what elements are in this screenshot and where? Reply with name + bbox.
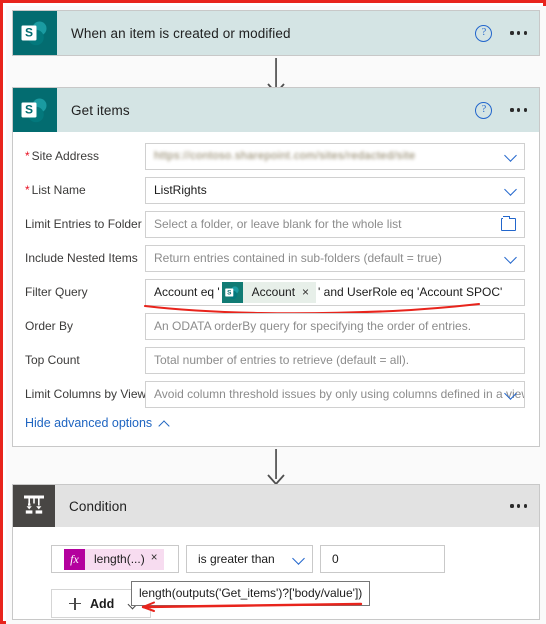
hide-advanced-options-link[interactable]: Hide advanced options — [13, 416, 539, 430]
sharepoint-icon — [13, 88, 57, 132]
field-label-list-name: * List Name — [25, 183, 86, 197]
form-row-include-nested-items: Include Nested Items Return entries cont… — [13, 244, 539, 272]
form-row-order-by: Order By An ODATA orderBy query for spec… — [13, 312, 539, 340]
chevron-down-icon[interactable] — [506, 150, 517, 161]
chevron-down-icon[interactable] — [294, 553, 305, 564]
top-count-input[interactable]: Total number of entries to retrieve (def… — [145, 346, 525, 374]
connector-getitems-to-condition — [6, 449, 546, 487]
limit-columns-by-view-placeholder: Avoid column threshold issues by only us… — [154, 387, 525, 401]
condition-card[interactable]: Condition fx length(...) × is greater th… — [12, 484, 540, 620]
condition-operator-value: is greater than — [198, 552, 275, 566]
filter-query-input[interactable]: Account eq ' Account × ' and UserRole eq… — [145, 278, 525, 306]
get-items-card-actions: ? — [475, 88, 529, 132]
more-options-icon[interactable] — [508, 27, 529, 38]
token-label: Account — [251, 285, 296, 299]
top-count-placeholder: Total number of entries to retrieve (def… — [154, 353, 410, 367]
folder-icon[interactable] — [501, 215, 516, 231]
flow-designer-annotated-frame: When an item is created or modified ? Ge… — [0, 0, 546, 624]
field-label-order-by: Order By — [25, 319, 74, 333]
expression-token-length[interactable]: fx length(...) × — [64, 548, 165, 570]
plus-icon — [69, 597, 81, 610]
field-label-include-nested-items: Include Nested Items — [25, 251, 138, 265]
limit-entries-to-folder-placeholder: Select a folder, or leave blank for the … — [154, 217, 402, 231]
help-icon[interactable]: ? — [475, 101, 493, 119]
list-name-input[interactable]: ListRights — [145, 176, 525, 204]
field-label-limit-columns-by-view: Limit Columns by View — [25, 387, 147, 401]
required-marker: * — [25, 149, 30, 163]
trigger-card-title: When an item is created or modified — [71, 25, 291, 41]
condition-right-operand[interactable]: 0 — [320, 545, 445, 573]
condition-body: fx length(...) × is greater than 0 Add l… — [13, 527, 539, 618]
limit-columns-by-view-input[interactable]: Avoid column threshold issues by only us… — [145, 380, 525, 408]
list-name-value: ListRights — [154, 183, 207, 197]
token-remove-icon[interactable]: × — [302, 286, 316, 298]
condition-card-header[interactable]: Condition — [13, 485, 539, 527]
get-items-card-title: Get items — [71, 102, 130, 118]
flow-canvas: When an item is created or modified ? Ge… — [6, 6, 546, 624]
field-label-limit-entries-to-folder: Limit Entries to Folder — [25, 217, 142, 231]
include-nested-items-input[interactable]: Return entries contained in sub-folders … — [145, 244, 525, 272]
expression-token-label: length(...) — [94, 552, 145, 566]
form-row-limit-entries-to-folder: Limit Entries to Folder Select a folder,… — [13, 210, 539, 238]
hide-advanced-options-label: Hide advanced options — [25, 416, 153, 430]
get-items-card-header[interactable]: Get items ? — [13, 88, 539, 132]
chevron-up-icon — [159, 419, 170, 427]
add-button-label: Add — [90, 596, 115, 611]
required-marker: * — [25, 183, 30, 197]
condition-expression-row: fx length(...) × is greater than 0 — [13, 545, 539, 573]
help-icon[interactable]: ? — [475, 24, 493, 42]
form-row-filter-query: Filter Query Account eq ' Account × ' an… — [13, 278, 539, 315]
form-row-list-name: * List Name ListRights — [13, 176, 539, 204]
limit-entries-to-folder-input[interactable]: Select a folder, or leave blank for the … — [145, 210, 525, 238]
site-address-input[interactable]: https://contoso.sharepoint.com/sites/red… — [145, 142, 525, 170]
more-options-icon[interactable] — [508, 104, 529, 115]
get-items-form: * Site Address https://contoso.sharepoint… — [13, 132, 539, 446]
include-nested-items-placeholder: Return entries contained in sub-folders … — [154, 251, 442, 265]
trigger-card[interactable]: When an item is created or modified ? — [12, 10, 540, 56]
get-items-card[interactable]: Get items ? * Site Address https://conto… — [12, 87, 540, 447]
chevron-down-icon[interactable] — [506, 252, 517, 263]
condition-operator-dropdown[interactable]: is greater than — [186, 545, 313, 573]
filter-query-prefix: Account eq ' — [154, 285, 220, 299]
form-row-top-count: Top Count Total number of entries to ret… — [13, 346, 539, 374]
condition-left-operand[interactable]: fx length(...) × — [51, 545, 179, 573]
order-by-placeholder: An ODATA orderBy query for specifying th… — [154, 319, 472, 333]
order-by-input[interactable]: An ODATA orderBy query for specifying th… — [145, 312, 525, 340]
field-label-site-address: * Site Address — [25, 149, 100, 163]
filter-query-suffix: ' and UserRole eq 'Account SPOC' — [318, 285, 503, 299]
form-row-limit-columns-by-view: Limit Columns by View Avoid column thres… — [13, 380, 539, 408]
trigger-card-header[interactable]: When an item is created or modified ? — [13, 11, 539, 55]
sharepoint-icon — [221, 281, 243, 303]
expression-tooltip: length(outputs('Get_items')?['body/value… — [131, 581, 371, 606]
more-options-icon[interactable] — [508, 500, 529, 511]
fx-icon: fx — [64, 548, 85, 570]
chevron-down-icon[interactable] — [506, 388, 517, 399]
condition-value: 0 — [332, 552, 339, 566]
condition-card-actions — [508, 485, 529, 527]
condition-icon — [13, 485, 55, 527]
condition-card-title: Condition — [69, 498, 127, 514]
field-label-filter-query: Filter Query — [25, 285, 88, 299]
trigger-card-actions: ? — [475, 11, 529, 55]
dynamic-content-token-account[interactable]: Account × — [221, 281, 317, 303]
expression-token-remove-icon[interactable]: × — [151, 553, 165, 565]
field-label-top-count: Top Count — [25, 353, 80, 367]
form-row-site-address: * Site Address https://contoso.sharepoint… — [13, 142, 539, 170]
site-address-redacted-value: https://contoso.sharepoint.com/sites/red… — [154, 150, 416, 162]
sharepoint-icon — [13, 11, 57, 55]
chevron-down-icon[interactable] — [506, 184, 517, 195]
